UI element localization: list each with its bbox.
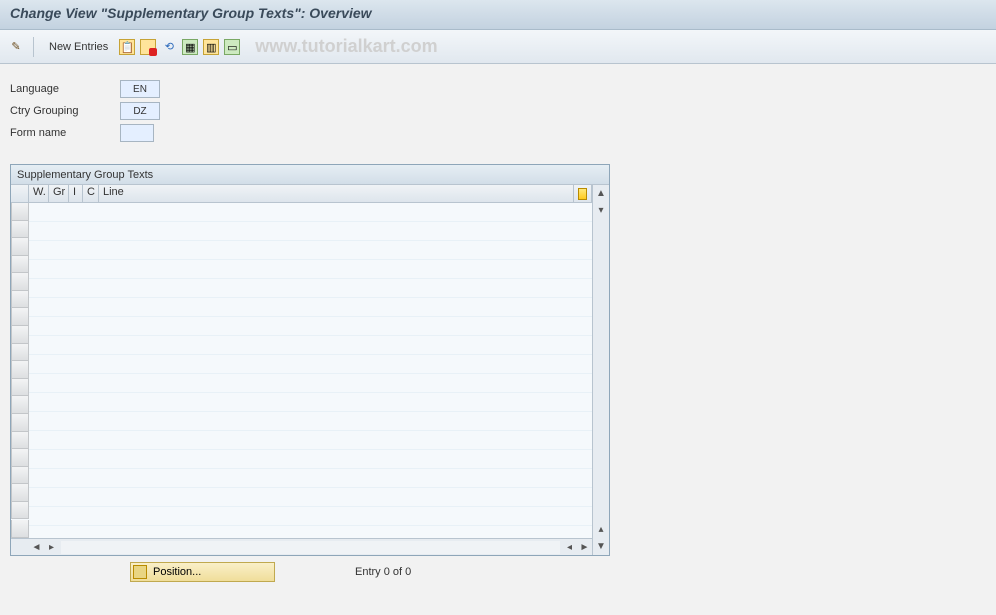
header-form: Language EN Ctry Grouping DZ Form name <box>0 64 996 154</box>
scroll-left-step-button[interactable]: ▸ <box>44 540 59 555</box>
panel-title-bar: Supplementary Group Texts <box>11 165 609 185</box>
row-selector[interactable] <box>11 467 29 485</box>
scroll-right-step-button[interactable]: ◂ <box>562 540 577 555</box>
col-header-i[interactable]: I <box>69 185 83 202</box>
group-texts-panel: Supplementary Group Texts W. Gr I C Line <box>10 164 610 556</box>
row-selector[interactable] <box>11 344 29 362</box>
config-icon <box>578 188 587 200</box>
scroll-bottom-button[interactable]: ▼ <box>594 539 609 554</box>
new-entries-button[interactable]: New Entries <box>43 41 114 53</box>
page-title: Change View "Supplementary Group Texts":… <box>10 5 372 21</box>
row-selector[interactable] <box>11 308 29 326</box>
delete-icon[interactable] <box>140 39 156 55</box>
form-name-label: Form name <box>10 127 120 139</box>
row-selector[interactable] <box>11 361 29 379</box>
col-header-c[interactable]: C <box>83 185 99 202</box>
deselect-icon[interactable]: ▭ <box>224 39 240 55</box>
horizontal-scrollbar: ◄ ▸ ◂ ► <box>11 538 592 555</box>
select-block-icon[interactable]: ▥ <box>203 39 219 55</box>
entry-count-text: Entry 0 of 0 <box>355 566 411 578</box>
title-bar: Change View "Supplementary Group Texts":… <box>0 0 996 30</box>
row-selector[interactable] <box>11 432 29 450</box>
copy-icon[interactable]: 📋 <box>119 39 135 55</box>
scroll-down-button[interactable]: ▴ <box>594 522 609 537</box>
col-header-w[interactable]: W. <box>29 185 49 202</box>
h-scroll-track[interactable] <box>61 541 560 554</box>
pencil-icon[interactable]: ✎ <box>8 39 24 55</box>
row-selector[interactable] <box>11 221 29 239</box>
row-selector[interactable] <box>11 291 29 309</box>
undo-icon[interactable]: ⟲ <box>161 39 177 55</box>
row-selector[interactable] <box>11 238 29 256</box>
app-toolbar: ✎ New Entries 📋 ⟲ ▦ ▥ ▭ www.tutorialkart… <box>0 30 996 64</box>
row-selector[interactable] <box>11 256 29 274</box>
grid-area: W. Gr I C Line <box>11 185 592 555</box>
position-icon <box>133 565 147 579</box>
row-selector[interactable] <box>11 484 29 502</box>
toolbar-separator <box>33 37 34 57</box>
row-selector-column <box>11 203 29 538</box>
col-header-gr[interactable]: Gr <box>49 185 69 202</box>
panel-title-text: Supplementary Group Texts <box>17 169 153 181</box>
row-selector[interactable] <box>11 449 29 467</box>
table-wrapper: W. Gr I C Line <box>11 185 609 555</box>
footer-bar: Position... Entry 0 of 0 <box>0 557 996 587</box>
scroll-top-button[interactable]: ▲ <box>594 186 609 201</box>
row-selector[interactable] <box>11 203 29 221</box>
row-selector[interactable] <box>11 326 29 344</box>
scroll-left-button[interactable]: ◄ <box>29 540 44 555</box>
row-selector[interactable] <box>11 379 29 397</box>
column-header-row: W. Gr I C Line <box>11 185 592 203</box>
row-selector[interactable] <box>11 520 29 538</box>
vertical-scrollbar: ▲ ▾ ▴ ▼ <box>592 185 609 555</box>
table-rows[interactable] <box>11 203 592 538</box>
watermark-text: www.tutorialkart.com <box>255 36 437 57</box>
select-all-icon[interactable]: ▦ <box>182 39 198 55</box>
form-name-value[interactable] <box>120 124 154 142</box>
col-header-select[interactable] <box>11 185 29 202</box>
col-header-line[interactable]: Line <box>99 185 574 202</box>
language-label: Language <box>10 83 120 95</box>
row-selector[interactable] <box>11 396 29 414</box>
row-selector[interactable] <box>11 502 29 520</box>
row-selector[interactable] <box>11 414 29 432</box>
scroll-up-button[interactable]: ▾ <box>594 203 609 218</box>
row-selector[interactable] <box>11 273 29 291</box>
position-label: Position... <box>153 566 201 578</box>
ctry-grouping-label: Ctry Grouping <box>10 105 120 117</box>
position-button[interactable]: Position... <box>130 562 275 582</box>
ctry-grouping-value[interactable]: DZ <box>120 102 160 120</box>
col-config-button[interactable] <box>574 185 592 202</box>
scroll-right-button[interactable]: ► <box>577 540 592 555</box>
language-value[interactable]: EN <box>120 80 160 98</box>
